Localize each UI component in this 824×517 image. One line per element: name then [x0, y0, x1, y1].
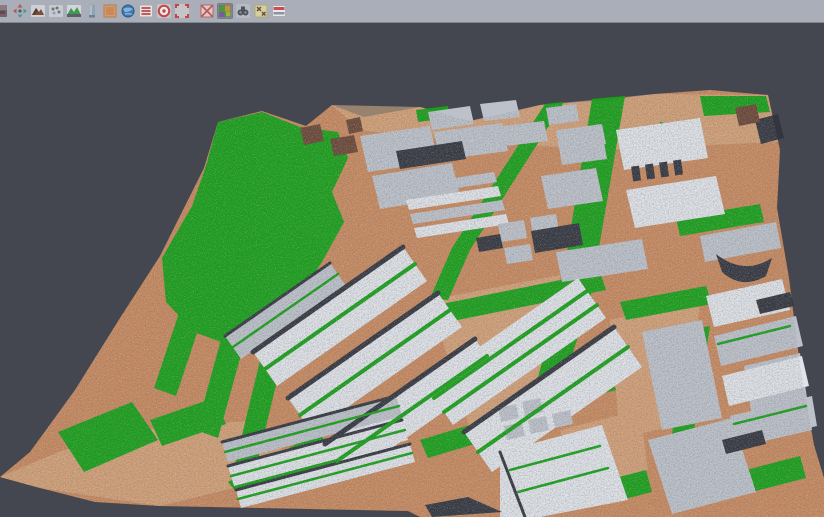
measure-x-icon	[253, 3, 269, 19]
checker-icon	[199, 3, 215, 19]
toolbar-button-orthophoto[interactable]	[102, 3, 118, 19]
green-terrain-icon	[66, 3, 82, 19]
toolbar-button-zoom-extent[interactable]	[174, 3, 190, 19]
toolbar-button-measure[interactable]	[253, 3, 269, 19]
toolbar	[0, 0, 824, 23]
toolbar-button-pick-center[interactable]	[156, 3, 172, 19]
red-lines-icon	[138, 3, 154, 19]
classification-colors-icon	[217, 3, 233, 19]
toolbar-button-point-cloud[interactable]	[48, 3, 64, 19]
points-icon	[48, 3, 64, 19]
red-stripes-icon	[271, 3, 287, 19]
toolbar-button-globe-view[interactable]	[120, 3, 136, 19]
red-circle-icon	[156, 3, 172, 19]
scene-3d-point-cloud[interactable]	[0, 23, 824, 517]
toolbar-button-clip-box[interactable]	[271, 3, 287, 19]
viewport-3d	[0, 23, 824, 517]
globe-icon	[120, 3, 136, 19]
terrain-icon	[30, 3, 46, 19]
toolbar-button-cross-section[interactable]	[138, 3, 154, 19]
orange-tile-icon	[102, 3, 118, 19]
toolbar-button-pan-tool[interactable]	[12, 3, 28, 19]
toolbar-button-terrain[interactable]	[30, 3, 46, 19]
toolbar-button-grid-selection[interactable]	[199, 3, 215, 19]
column-icon	[84, 3, 100, 19]
toolbar-button-clipped-tool[interactable]	[0, 3, 10, 19]
pan-icon	[12, 3, 28, 19]
application-window	[0, 0, 824, 517]
toolbar-button-tin-surface[interactable]	[66, 3, 82, 19]
binoculars-icon	[235, 3, 251, 19]
point-speckle-overlay	[0, 23, 824, 517]
clipped-tool-icon	[0, 3, 10, 19]
toolbar-button-camera-views[interactable]	[235, 3, 251, 19]
toolbar-button-profile-column[interactable]	[84, 3, 100, 19]
toolbar-button-classification-render[interactable]	[217, 3, 233, 19]
toolbar-separator	[191, 3, 198, 19]
extent-brackets-icon	[174, 3, 190, 19]
